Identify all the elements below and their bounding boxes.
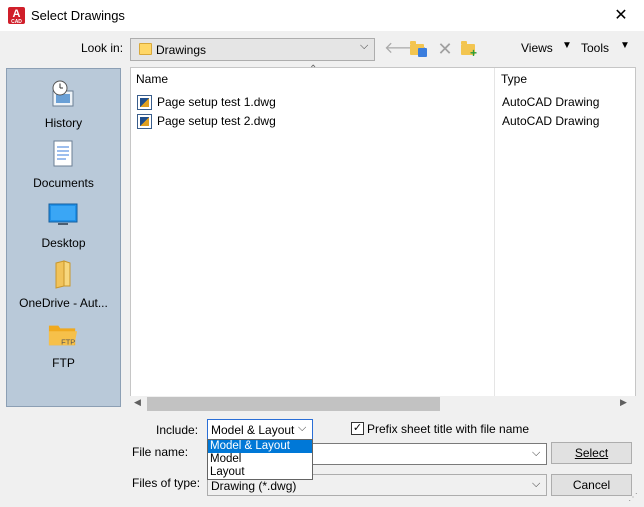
include-option-model-layout[interactable]: Model & Layout [208,440,312,453]
file-row[interactable]: Page setup test 1.dwg AutoCAD Drawing [137,94,627,112]
resize-grip-icon[interactable]: ⋰ [628,492,642,506]
documents-icon [53,140,73,167]
window-title: Select Drawings [31,8,125,23]
scroll-left-icon[interactable]: ◀ [134,397,141,408]
tools-dropdown-arrow-icon[interactable]: ▼ [620,40,630,51]
include-value: Model & Layout [211,423,295,437]
horizontal-scrollbar[interactable]: ◀ ▶ [130,396,636,413]
file-name: Page setup test 2.dwg [157,114,276,128]
new-folder-icon[interactable]: + [459,39,479,59]
close-button[interactable]: ✕ [598,0,644,31]
files-of-type-label: Files of type: [132,476,201,490]
place-desktop[interactable]: Desktop [7,193,120,253]
views-dropdown-arrow-icon[interactable]: ▼ [562,40,572,51]
column-header-type[interactable]: Type [501,72,527,86]
select-button[interactable]: Select [551,442,632,464]
place-onedrive[interactable]: OneDrive - Aut... [7,253,120,313]
place-history[interactable]: History [7,73,120,133]
chevron-down-icon[interactable]: ⌵ [532,447,540,460]
include-dropdown-list: Model & Layout Model Layout [207,439,313,480]
file-name-label: File name: [132,445,189,459]
up-one-level-icon[interactable] [408,39,428,59]
history-icon [52,80,74,107]
scroll-right-icon[interactable]: ▶ [620,397,627,408]
ftp-icon-text: FTP [61,337,75,346]
delete-icon[interactable]: ✕ [435,39,455,59]
scroll-thumb[interactable] [147,397,440,411]
desktop-icon [48,203,78,225]
include-select[interactable]: Model & Layout ⌵ [207,419,313,440]
look-in-combo[interactable]: Drawings ⌵ [130,38,375,61]
include-label: Include: [156,423,199,437]
place-documents[interactable]: Documents [7,133,120,193]
chevron-down-icon: ⌵ [360,40,369,52]
file-row[interactable]: Page setup test 2.dwg AutoCAD Drawing [137,113,627,131]
place-label: Desktop [41,236,86,250]
column-header-name[interactable]: Name [136,72,168,86]
include-option-model[interactable]: Model [208,453,312,466]
file-list[interactable]: ⌃ Name Type Page setup test 1.dwg AutoCA… [130,64,636,399]
place-label: History [44,116,83,130]
prefix-sheet-title-label[interactable]: Prefix sheet title with file name [367,422,529,436]
places-bar: History Documents Desktop OneDrive - Aut… [6,68,121,407]
chevron-down-icon: ⌵ [532,478,541,490]
look-in-value: Drawings [156,43,207,57]
tools-menu[interactable]: Tools [581,41,609,55]
chevron-down-icon: ⌵ [298,422,307,434]
look-in-label: Look in: [81,41,124,55]
files-of-type-value: Drawing (*.dwg) [211,479,297,493]
place-ftp[interactable]: FTP FTP [7,313,120,373]
file-name: Page setup test 1.dwg [157,95,276,109]
cancel-button[interactable]: Cancel [551,474,632,496]
dwg-file-icon [137,114,152,129]
sort-ascending-icon: ⌃ [309,64,318,75]
prefix-sheet-title-checkbox[interactable]: ✓ [351,422,364,435]
onedrive-folder-icon [55,260,71,289]
autocad-app-icon: A CAD [8,7,25,25]
dwg-file-icon [137,95,152,110]
place-label: FTP [52,356,75,370]
place-label: Documents [33,176,94,190]
include-option-layout[interactable]: Layout [208,466,312,479]
back-arrow-icon[interactable]: 🡐 [384,39,427,59]
file-type: AutoCAD Drawing [502,114,600,128]
title-bar: A CAD Select Drawings ✕ [0,0,644,31]
folder-icon [139,43,152,55]
views-menu[interactable]: Views [521,41,553,55]
file-type: AutoCAD Drawing [502,95,600,109]
place-label: OneDrive - Aut... [19,296,108,310]
ftp-folder-icon: FTP [48,325,78,346]
